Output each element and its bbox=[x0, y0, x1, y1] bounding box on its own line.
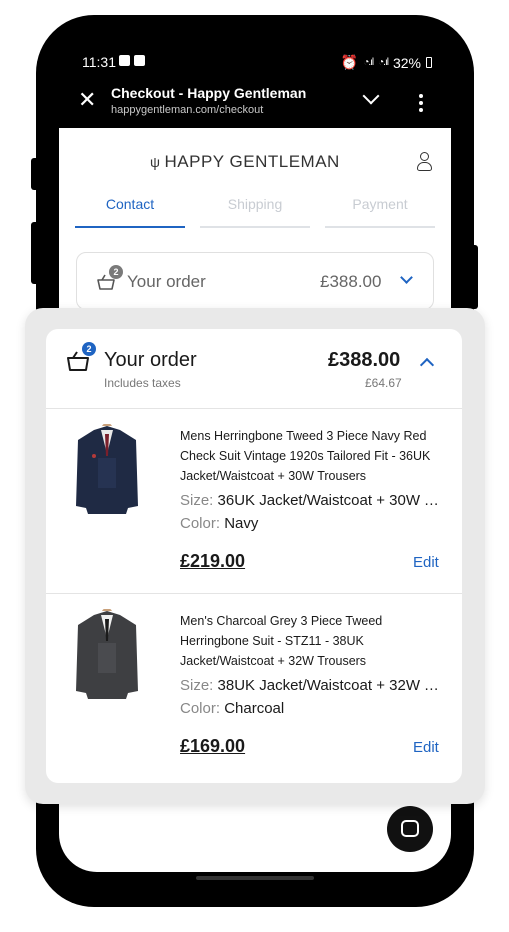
item-color: Color: Charcoal bbox=[180, 700, 445, 717]
account-icon[interactable] bbox=[416, 152, 432, 172]
battery-level: 32% bbox=[392, 54, 421, 71]
item-color: Color: Navy bbox=[180, 515, 445, 532]
status-right: ⏰ ◔.ıl ◔.ıl 32% bbox=[341, 54, 432, 71]
phone-side-button bbox=[470, 245, 478, 309]
chevron-down-icon bbox=[400, 271, 413, 284]
browser-page-title: Checkout - Happy Gentleman bbox=[111, 85, 307, 101]
cart-count-badge: 2 bbox=[109, 265, 123, 279]
navy-suit-image bbox=[76, 424, 138, 514]
edit-item-button[interactable]: Edit bbox=[413, 554, 439, 571]
color-label: Color: bbox=[180, 515, 221, 532]
store-name: HAPPY GENTLEMAN bbox=[164, 152, 340, 171]
tax-amount: £64.67 bbox=[365, 376, 402, 390]
line-item: Mens Herringbone Tweed 3 Piece Navy Red … bbox=[46, 410, 462, 594]
size-value: 36UK Jacket/Waistcoat + 30W Trousers bbox=[217, 492, 445, 509]
notification-icons bbox=[119, 55, 145, 66]
order-summary-title: Your order bbox=[104, 349, 197, 371]
checkout-steps: Contact Shipping Payment bbox=[75, 196, 435, 230]
phone-side-button bbox=[31, 222, 39, 284]
size-label: Size: bbox=[180, 492, 214, 509]
gallery-notification-icon bbox=[119, 55, 130, 66]
order-total: £388.00 bbox=[328, 349, 401, 371]
item-price: £169.00 bbox=[180, 736, 246, 756]
screenshot-stage: 11:31 ⏰ ◔.ıl ◔.ıl 32% ✕ Checkout - Happy… bbox=[0, 0, 509, 932]
item-size: Size: 36UK Jacket/Waistcoat + 30W Trouse… bbox=[180, 492, 445, 509]
order-summary-collapsed[interactable]: 2 Your order £388.00 bbox=[76, 252, 434, 310]
alarm-icon: ⏰ bbox=[340, 54, 359, 70]
chevron-down-icon[interactable] bbox=[362, 87, 380, 105]
item-name: Men's Charcoal Grey 3 Piece Tweed Herrin… bbox=[180, 614, 383, 668]
item-name: Mens Herringbone Tweed 3 Piece Navy Red … bbox=[180, 429, 431, 483]
step-shipping[interactable]: Shipping bbox=[200, 196, 310, 228]
status-time: 11:31 bbox=[82, 54, 116, 70]
more-vert-icon[interactable] bbox=[419, 94, 423, 112]
order-summary-label: Your order bbox=[127, 272, 206, 291]
color-value: Charcoal bbox=[224, 700, 285, 717]
wifi-signal-icon: ◔.ıl bbox=[363, 57, 374, 68]
size-label: Size: bbox=[180, 677, 214, 694]
close-icon[interactable]: ✕ bbox=[78, 88, 96, 112]
color-value: Navy bbox=[224, 515, 259, 532]
charcoal-suit-image bbox=[76, 609, 138, 699]
checkbox-notification-icon bbox=[134, 55, 145, 66]
battery-icon bbox=[426, 57, 432, 68]
order-summary-header[interactable]: 2 Your order Includes taxes £388.00 £64.… bbox=[46, 329, 462, 409]
line-item: Men's Charcoal Grey 3 Piece Tweed Herrin… bbox=[46, 595, 462, 779]
order-summary-panel: 2 Your order Includes taxes £388.00 £64.… bbox=[46, 329, 462, 783]
edit-item-button[interactable]: Edit bbox=[413, 739, 439, 756]
cell-signal-icon: ◔.ıl bbox=[378, 57, 389, 68]
includes-taxes-label: Includes taxes bbox=[104, 376, 181, 390]
status-bar: 11:31 ⏰ ◔.ıl ◔.ıl 32% bbox=[82, 52, 432, 74]
step-payment[interactable]: Payment bbox=[325, 196, 435, 228]
color-label: Color: bbox=[180, 700, 221, 717]
brand-mark-icon: ψ bbox=[150, 154, 161, 170]
size-value: 38UK Jacket/Waistcoat + 32W Trousers bbox=[217, 677, 445, 694]
store-logo[interactable]: ψ HAPPY GENTLEMAN bbox=[150, 152, 340, 172]
step-contact[interactable]: Contact bbox=[75, 196, 185, 228]
phone-side-button bbox=[31, 158, 39, 190]
browser-url: happygentleman.com/checkout bbox=[111, 104, 264, 116]
chat-button[interactable] bbox=[387, 806, 433, 852]
cart-count-badge: 2 bbox=[82, 342, 96, 356]
chevron-up-icon[interactable] bbox=[419, 357, 435, 373]
browser-toolbar: ✕ Checkout - Happy Gentleman happygentle… bbox=[59, 80, 451, 128]
item-size: Size: 38UK Jacket/Waistcoat + 32W Trouse… bbox=[180, 677, 445, 694]
chat-icon bbox=[401, 820, 419, 837]
item-price: £219.00 bbox=[180, 551, 246, 571]
order-summary-total: £388.00 bbox=[320, 272, 382, 291]
home-indicator bbox=[196, 876, 314, 880]
